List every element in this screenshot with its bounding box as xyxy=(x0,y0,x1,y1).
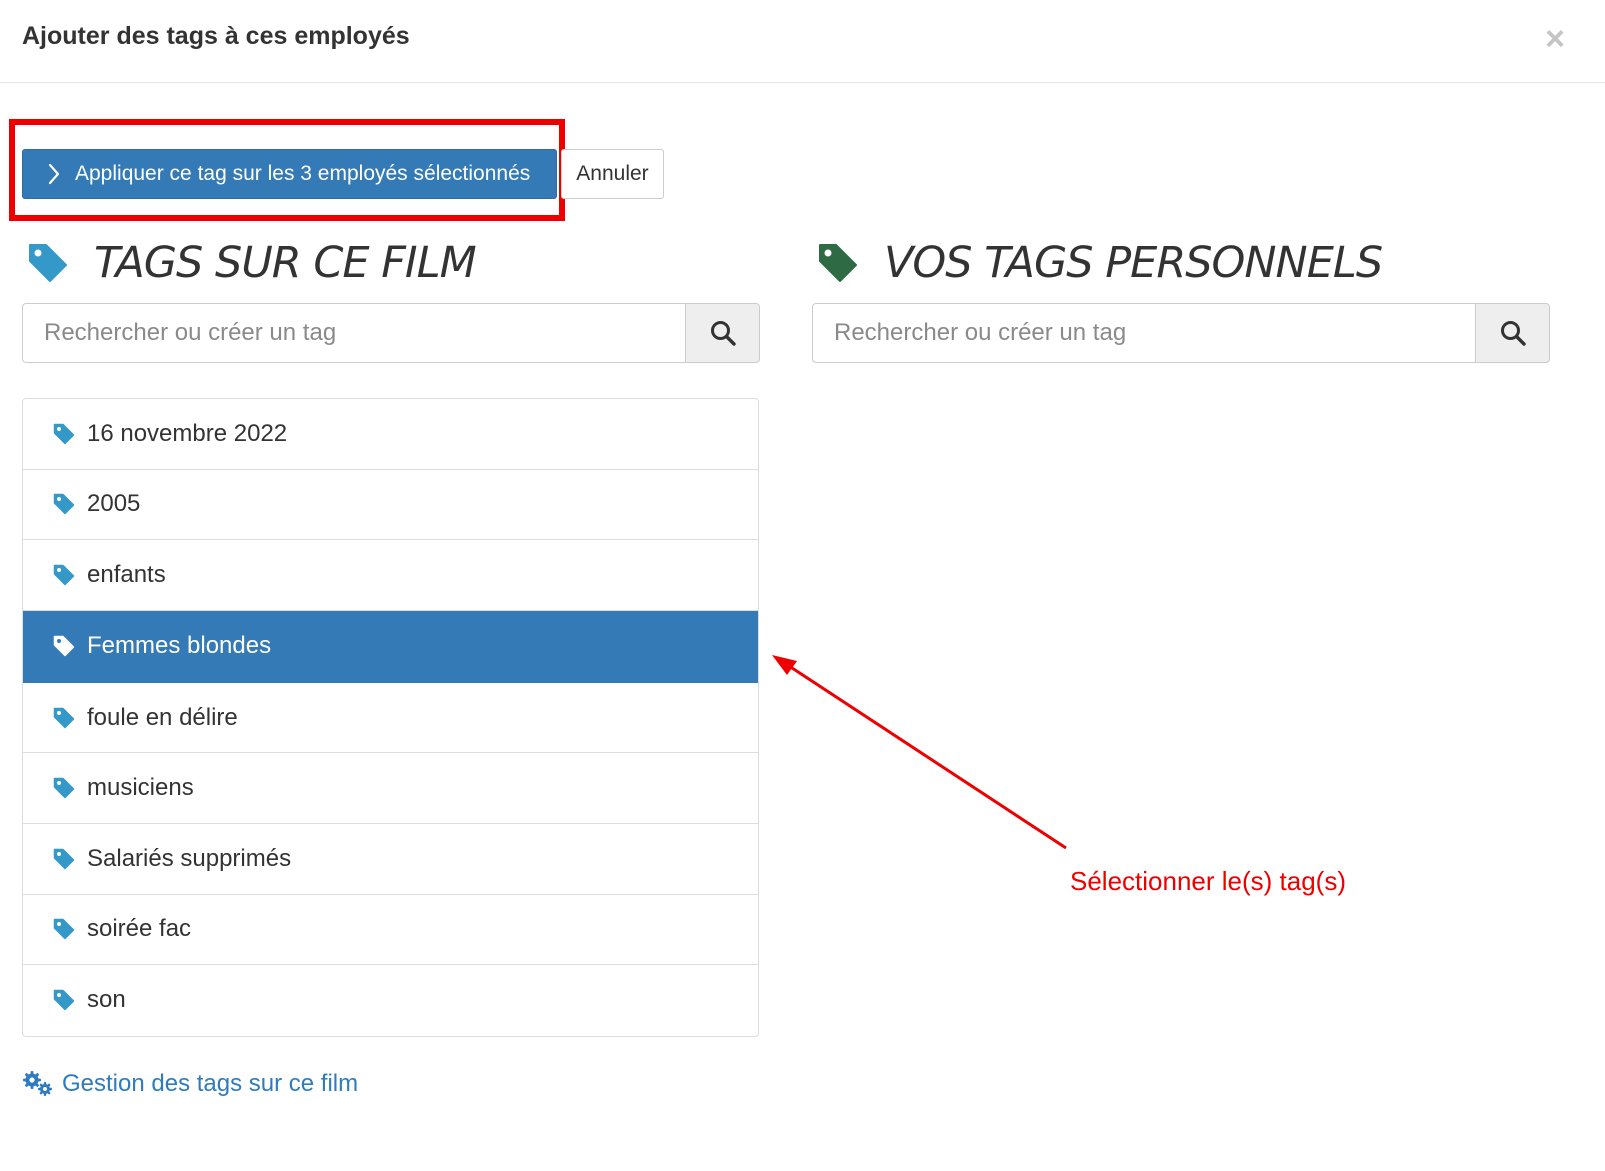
tag-list-item-label: son xyxy=(87,986,126,1014)
tag-list-item-label: enfants xyxy=(87,560,166,588)
film-tags-heading-text: TAGS SUR CE FILM xyxy=(94,238,477,288)
tag-icon xyxy=(53,493,75,515)
tag-list-item[interactable]: 16 novembre 2022 xyxy=(23,399,758,470)
tag-list-item-label: foule en délire xyxy=(87,703,238,731)
personal-tags-heading: VOS TAGS PERSONNELS xyxy=(818,235,1383,291)
tag-icon xyxy=(53,707,75,729)
tag-list-item[interactable]: son xyxy=(23,965,758,1036)
annotation-text: Sélectionner le(s) tag(s) xyxy=(1070,866,1346,896)
tag-list-item-label: Femmes blondes xyxy=(87,632,272,660)
apply-tag-button[interactable]: Appliquer ce tag sur les 3 employés séle… xyxy=(22,149,557,199)
modal-title: Ajouter des tags à ces employés xyxy=(22,22,410,50)
tag-list-item[interactable]: Salariés supprimés xyxy=(23,824,758,895)
personal-tags-search-button[interactable] xyxy=(1475,303,1550,363)
tag-list-item[interactable]: musiciens xyxy=(23,753,758,824)
personal-tags-heading-text: VOS TAGS PERSONNELS xyxy=(884,238,1383,288)
tag-list-item[interactable]: foule en délire xyxy=(23,683,758,754)
tag-icon xyxy=(53,918,75,940)
add-tags-modal: Ajouter des tags à ces employés × Appliq… xyxy=(0,0,1605,1171)
tag-icon xyxy=(53,564,75,586)
tag-list-item-label: 2005 xyxy=(87,490,141,518)
personal-tags-search-input[interactable] xyxy=(812,303,1475,363)
search-icon xyxy=(1500,320,1526,346)
film-tags-search-button[interactable] xyxy=(685,303,760,363)
film-tags-list: 16 novembre 2022 2005 enfants Femmes blonde… xyxy=(22,398,759,1037)
tag-icon xyxy=(818,243,858,283)
personal-tags-search xyxy=(812,303,1550,363)
tag-list-item-label: Salariés supprimés xyxy=(87,844,292,872)
modal-header: Ajouter des tags à ces employés × xyxy=(0,0,1605,83)
film-tags-search xyxy=(22,303,760,363)
tag-list-item[interactable]: enfants xyxy=(23,540,758,611)
manage-film-tags-link-label: Gestion des tags sur ce film xyxy=(62,1070,359,1097)
cancel-button[interactable]: Annuler xyxy=(561,149,664,199)
search-icon xyxy=(710,320,736,346)
film-tags-heading: TAGS SUR CE FILM xyxy=(28,235,477,291)
close-icon[interactable]: × xyxy=(1545,22,1565,56)
tag-list-item-label: 16 novembre 2022 xyxy=(87,419,288,447)
tag-list-item[interactable]: soirée fac xyxy=(23,895,758,966)
chevron-right-icon xyxy=(47,163,61,185)
tag-list-item[interactable]: Femmes blondes xyxy=(23,610,758,683)
tag-icon xyxy=(53,777,75,799)
apply-tag-button-label: Appliquer ce tag sur les 3 employés séle… xyxy=(75,162,531,185)
tag-icon xyxy=(53,423,75,445)
tag-list-item-label: musiciens xyxy=(87,774,194,802)
film-tags-search-input[interactable] xyxy=(22,303,685,363)
tag-icon xyxy=(53,848,75,870)
tag-icon xyxy=(28,243,68,283)
tag-icon xyxy=(53,635,75,657)
tag-list-item-label: soirée fac xyxy=(87,915,192,943)
tag-icon xyxy=(53,989,75,1011)
cogs-icon xyxy=(22,1070,54,1098)
tag-list-item[interactable]: 2005 xyxy=(23,470,758,541)
manage-film-tags-link[interactable]: Gestion des tags sur ce film xyxy=(22,1070,358,1098)
